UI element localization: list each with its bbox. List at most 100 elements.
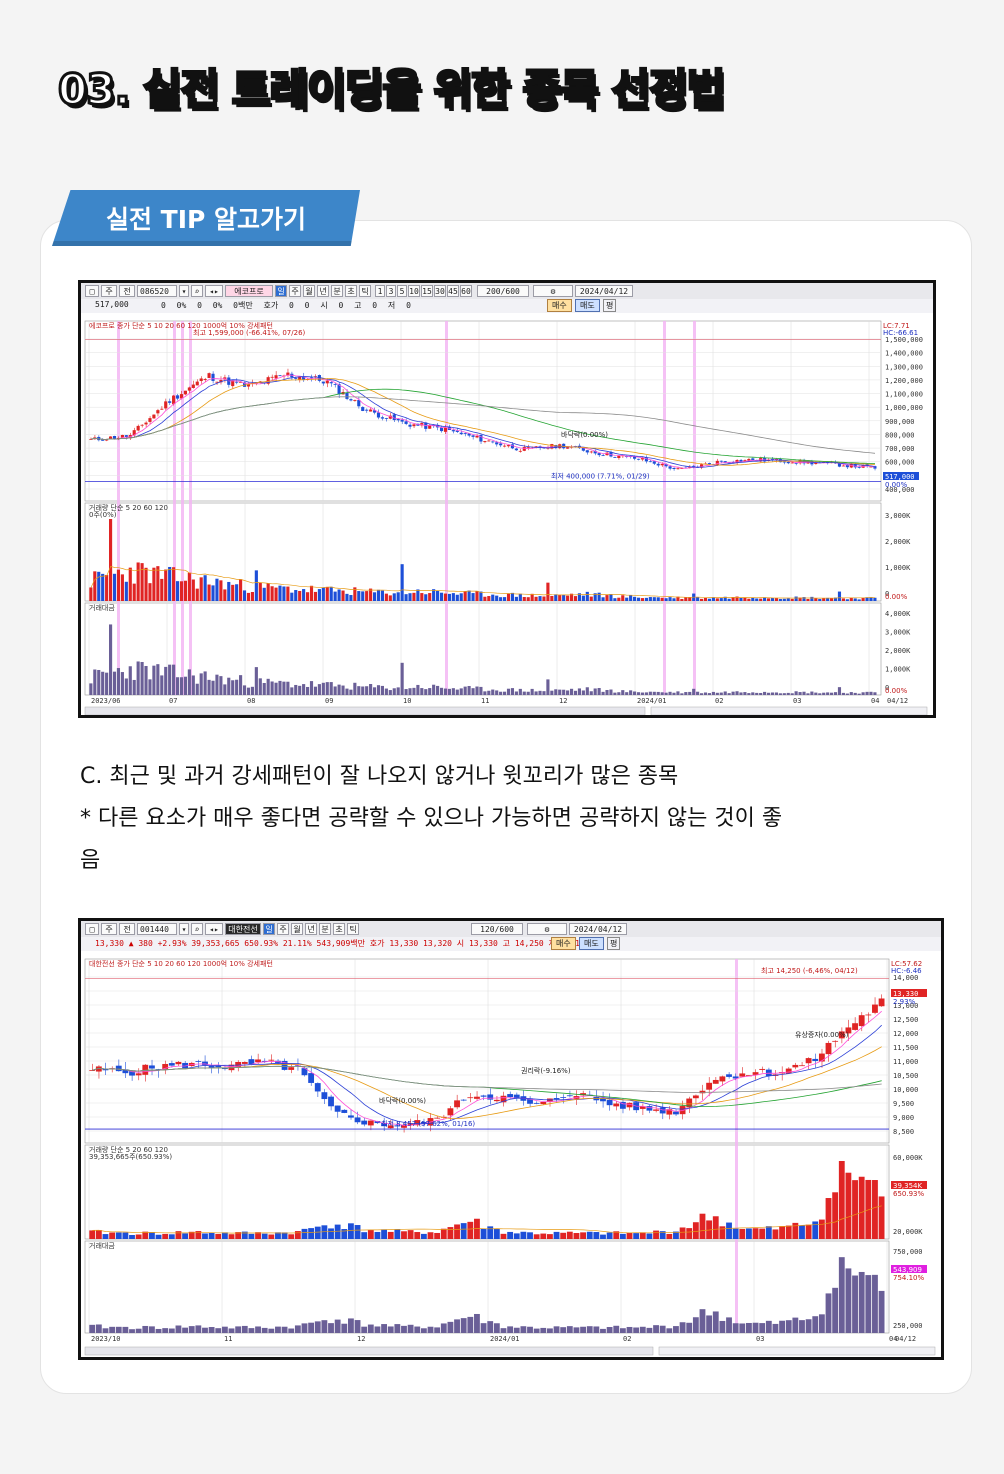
candle [540,1102,547,1105]
period-day-button[interactable]: 일 [263,923,275,935]
amount-bar [759,1323,766,1333]
search-icon[interactable]: ⌕ [191,285,203,297]
amount-bar [601,691,605,695]
chevron-down-icon[interactable]: ▾ [179,923,189,935]
avg-button[interactable]: 평 [607,937,621,950]
volume-bar [772,1229,779,1239]
period-day-button[interactable]: 일 [275,285,287,297]
period-second-button[interactable]: 초 [345,285,357,297]
amount-bar [414,1326,421,1333]
avg-button[interactable]: 평 [603,299,617,312]
amount-bar [782,693,786,695]
stock-code-input[interactable]: 086520 [137,285,177,297]
volume-bar [600,1234,606,1239]
period-month-button[interactable]: 월 [291,923,303,935]
candle [606,1099,613,1106]
tool-icons[interactable]: ⚙ [533,285,573,297]
buy-button[interactable]: 매수 [547,299,572,312]
period-tick-button[interactable]: 틱 [359,285,371,297]
minute-45-button[interactable]: 45 [447,285,459,297]
stock-name-field[interactable]: 대한전선 [225,923,261,935]
candle [321,381,325,384]
candle [652,461,656,464]
stock-name-field[interactable]: 에코프로 [225,285,273,297]
minute-1-button[interactable]: 1 [375,285,385,297]
minute-5-button[interactable]: 5 [397,285,407,297]
amount-bar [633,691,637,695]
candle [195,381,199,386]
period-month-button[interactable]: 월 [303,285,315,297]
amount-bar [852,1275,858,1333]
window-icon[interactable]: □ [85,923,99,935]
volume-bar [640,598,645,601]
nav-arrows-icon[interactable]: ◂▸ [205,285,223,297]
period-minute-button[interactable]: 분 [319,923,331,935]
amount-bar [639,1326,646,1333]
search-icon[interactable]: ⌕ [191,923,203,935]
window-icon[interactable]: □ [85,285,99,297]
amount-bar [455,689,459,695]
candle [483,441,487,443]
nav-arrows-icon[interactable]: ◂▸ [205,923,223,935]
amount-bar [274,682,278,695]
price-axis-tick: 1,500,000 [885,336,923,344]
amount-bar [510,688,515,695]
all-select[interactable]: 전 [119,923,135,935]
candle [288,1067,295,1070]
candle [566,1095,573,1097]
amount-bar [751,692,755,695]
period-year-button[interactable]: 년 [305,923,317,935]
tool-icons[interactable]: ⚙ [527,923,567,935]
period-week-button[interactable]: 주 [277,923,289,935]
period-tick-button[interactable]: 틱 [347,923,359,935]
stock-code-input[interactable]: 001440 [137,923,177,935]
amount-bar [589,691,593,695]
volume-bar [333,591,337,601]
period-second-button[interactable]: 초 [333,923,345,935]
amount-bar [420,688,424,695]
amount-bar [427,1326,434,1333]
minute-10-button[interactable]: 10 [408,285,420,297]
volume-bar [160,578,164,601]
candle [673,1111,679,1115]
minute-60-button[interactable]: 60 [460,285,472,297]
candle [294,378,298,379]
candle [191,384,195,389]
sell-button[interactable]: 매도 [575,299,600,312]
amount-bar [460,1318,467,1333]
minute-30-button[interactable]: 30 [434,285,446,297]
candle [553,1098,560,1100]
chevron-down-icon[interactable]: ▾ [179,285,189,297]
period-week-button[interactable]: 주 [289,285,301,297]
candle [211,373,215,381]
period-minute-button[interactable]: 분 [331,285,343,297]
volume-bar [242,590,247,601]
date-input[interactable]: 2024/04/12 [575,285,633,297]
count-input[interactable]: 200/600 [477,285,529,297]
minute-3-button[interactable]: 3 [386,285,396,297]
volume-bar [606,1232,613,1239]
amount-bar [463,686,467,695]
amount-bar [759,692,763,695]
sell-button[interactable]: 매도 [579,937,604,950]
candle [384,417,388,419]
day-select[interactable]: 주 [101,285,117,297]
day-select[interactable]: 주 [101,923,117,935]
amount-bar [235,1326,242,1333]
volume-bar [712,1216,719,1239]
amount-bar [726,1317,732,1333]
volume-bar [852,1180,858,1239]
amount-bar [89,683,93,695]
period-year-button[interactable]: 년 [317,285,329,297]
buy-button[interactable]: 매수 [551,937,576,950]
volume-bar [396,592,400,601]
date-input[interactable]: 2024/04/12 [569,923,627,935]
low-label: 최저 400,000 (7.71%, 01/29) [551,472,650,481]
low-label: 최저 8,457 (57.62%, 01/16) [381,1119,475,1128]
amount-bar [120,672,124,695]
candle [349,399,353,401]
count-input[interactable]: 120/600 [471,923,523,935]
all-select[interactable]: 전 [119,285,135,297]
volume-bar [832,1192,839,1239]
minute-15-button[interactable]: 15 [421,285,433,297]
